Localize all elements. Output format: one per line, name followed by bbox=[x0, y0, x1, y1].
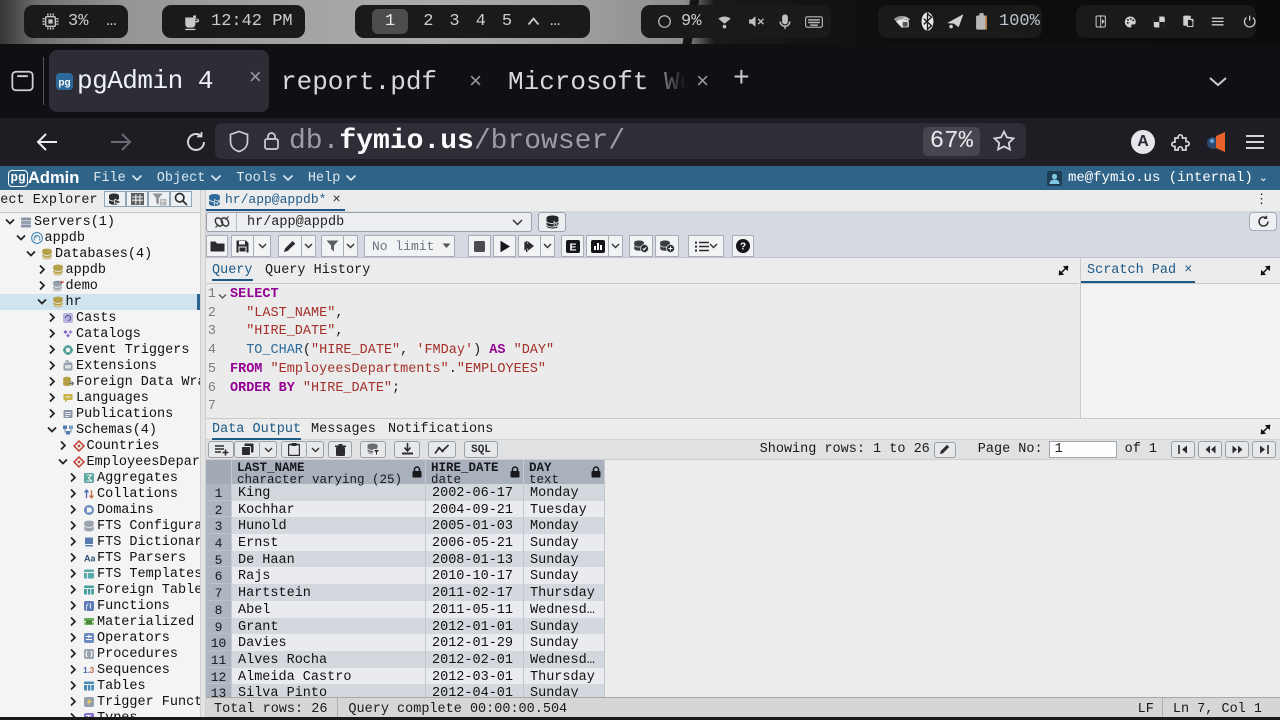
svg-text:3: 3 bbox=[90, 665, 95, 675]
svg-text:E: E bbox=[569, 241, 576, 253]
svg-text:pg: pg bbox=[58, 77, 70, 88]
svg-text:Aa: Aa bbox=[84, 554, 95, 564]
svg-text:?: ? bbox=[740, 242, 746, 253]
